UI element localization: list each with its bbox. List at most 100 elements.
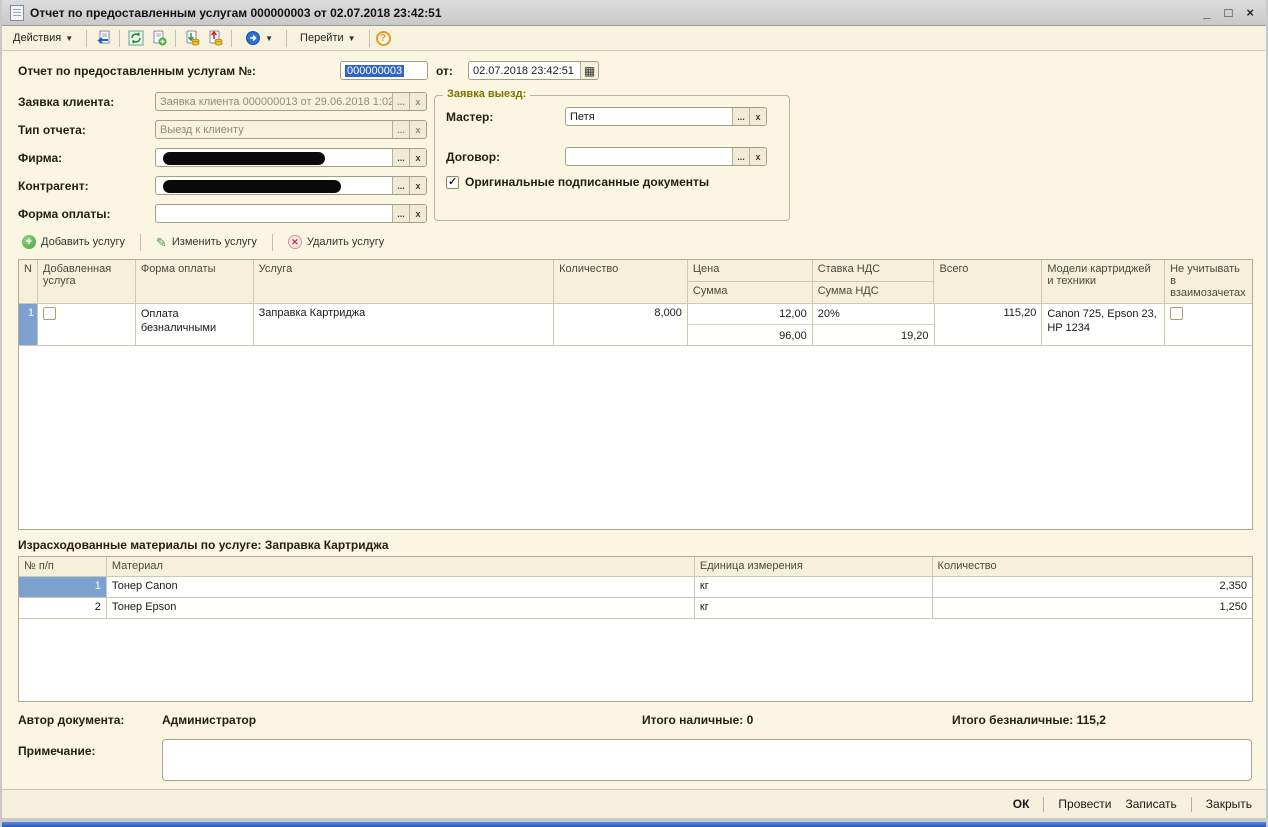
- clear-icon[interactable]: x: [409, 93, 426, 110]
- copy-icon[interactable]: [149, 28, 169, 48]
- post-icon[interactable]: [182, 28, 202, 48]
- services-table-header[interactable]: N Добавленная услуга Форма оплаты Услуга…: [19, 260, 1252, 304]
- ellipsis-button[interactable]: ...: [392, 149, 409, 166]
- maximize-button[interactable]: □: [1225, 6, 1233, 19]
- close-document-button[interactable]: Закрыть: [1206, 797, 1252, 811]
- help-icon[interactable]: ?: [376, 31, 391, 46]
- materials-title: Израсходованные материалы по услуге: Зап…: [18, 538, 389, 552]
- ellipsis-button[interactable]: ...: [732, 148, 749, 165]
- material-row[interactable]: 2 Тонер Epson кг 1,250: [19, 598, 1252, 619]
- taskbar-edge: [2, 822, 1266, 827]
- report-number-label: Отчет по предоставленным услугам №:: [18, 64, 256, 78]
- clear-icon[interactable]: x: [409, 177, 426, 194]
- window-title: Отчет по предоставленным услугам 0000000…: [30, 6, 1197, 20]
- col-qty[interactable]: Количество: [553, 260, 687, 303]
- contractor-input[interactable]: ... x: [155, 176, 427, 195]
- ellipsis-button[interactable]: ...: [392, 177, 409, 194]
- actions-menu-button[interactable]: Действия ▼: [6, 29, 80, 47]
- services-table[interactable]: N Добавленная услуга Форма оплаты Услуга…: [18, 259, 1253, 530]
- pencil-icon: ✎: [156, 236, 167, 249]
- ellipsis-button[interactable]: ...: [392, 93, 409, 110]
- col-added[interactable]: Добавленная услуга: [37, 260, 135, 303]
- original-docs-checkbox[interactable]: [446, 176, 459, 189]
- service-cell[interactable]: Заправка Картриджа: [253, 304, 554, 345]
- plus-icon: +: [22, 235, 36, 249]
- date-label: от:: [436, 64, 453, 78]
- col-vat[interactable]: Ставка НДС Сумма НДС: [812, 260, 934, 303]
- price-sum-cell[interactable]: 12,00 96,00: [687, 304, 812, 345]
- document-window: Отчет по предоставленным услугам 0000000…: [0, 0, 1268, 827]
- service-actions: + Добавить услугу ✎ Изменить услугу ✕ Уд…: [18, 233, 388, 251]
- material-row[interactable]: 1 Тонер Canon кг 2,350: [19, 577, 1252, 598]
- reread-icon[interactable]: [93, 28, 113, 48]
- ellipsis-button[interactable]: ...: [392, 121, 409, 138]
- col-unit[interactable]: Единица измерения: [694, 557, 932, 576]
- firm-label: Фирма:: [18, 151, 62, 165]
- master-input[interactable]: Петя ... x: [565, 107, 767, 126]
- original-docs-label: Оригинальные подписанные документы: [465, 175, 709, 189]
- contract-label: Договор:: [446, 150, 500, 164]
- payment-cell[interactable]: Оплата безналичными: [135, 304, 253, 345]
- clear-icon[interactable]: x: [409, 149, 426, 166]
- service-row[interactable]: 1 Оплата безналичными Заправка Картриджа…: [19, 304, 1252, 346]
- ok-button[interactable]: ОК: [1013, 797, 1030, 811]
- clear-icon[interactable]: x: [409, 121, 426, 138]
- ellipsis-button[interactable]: ...: [732, 108, 749, 125]
- col-no-offset[interactable]: Не учитывать в взаимозачетах: [1164, 260, 1252, 303]
- save-button[interactable]: Записать: [1126, 797, 1177, 811]
- date-input[interactable]: 02.07.2018 23:42:51 ▦: [468, 61, 599, 80]
- no-offset-checkbox[interactable]: [1170, 307, 1183, 320]
- ellipsis-button[interactable]: ...: [392, 205, 409, 222]
- delete-service-button[interactable]: ✕ Удалить услугу: [284, 233, 388, 251]
- materials-table[interactable]: № п/п Материал Единица измерения Количес…: [18, 556, 1253, 702]
- row-number-cell[interactable]: 1: [19, 304, 37, 345]
- payment-form-input[interactable]: ... x: [155, 204, 427, 223]
- firm-input[interactable]: ... x: [155, 148, 427, 167]
- col-n[interactable]: N: [19, 260, 37, 303]
- models-cell[interactable]: Canon 725, Epson 23, HP 1234: [1041, 304, 1164, 345]
- report-type-label: Тип отчета:: [18, 123, 86, 137]
- post-button[interactable]: Провести: [1058, 797, 1111, 811]
- add-service-button[interactable]: + Добавить услугу: [18, 233, 129, 251]
- author-value: Администратор: [162, 713, 256, 727]
- report-number-input[interactable]: 000000003: [340, 61, 428, 80]
- materials-table-header[interactable]: № п/п Материал Единица измерения Количес…: [19, 557, 1252, 577]
- title-bar[interactable]: Отчет по предоставленным услугам 0000000…: [2, 0, 1266, 26]
- contract-input[interactable]: ... x: [565, 147, 767, 166]
- col-material[interactable]: Материал: [106, 557, 694, 576]
- calendar-icon[interactable]: ▦: [580, 62, 598, 79]
- added-service-checkbox[interactable]: [43, 307, 56, 320]
- clear-icon[interactable]: x: [749, 108, 766, 125]
- col-service[interactable]: Услуга: [253, 260, 554, 303]
- refresh-icon[interactable]: [126, 28, 146, 48]
- clear-icon[interactable]: x: [409, 205, 426, 222]
- output-menu-button[interactable]: ▼: [238, 27, 280, 49]
- total-cash: Итого наличные: 0: [642, 713, 753, 727]
- qty-cell[interactable]: 8,000: [553, 304, 687, 345]
- visit-request-group-title: Заявка выезд:: [443, 88, 530, 100]
- col-models[interactable]: Модели картриджей и техники: [1041, 260, 1164, 303]
- toolbar: Действия ▼ ▼ Перейти ▼ ?: [2, 26, 1266, 51]
- contractor-label: Контрагент:: [18, 179, 89, 193]
- chevron-down-icon: ▼: [65, 34, 73, 43]
- report-type-input[interactable]: Выезд к клиенту ... x: [155, 120, 427, 139]
- clear-icon[interactable]: x: [749, 148, 766, 165]
- client-request-input[interactable]: Заявка клиента 000000013 от 29.06.2018 1…: [155, 92, 427, 111]
- note-input[interactable]: [162, 739, 1252, 781]
- go-menu-button[interactable]: Перейти ▼: [293, 29, 363, 47]
- col-price-sum[interactable]: Цена Сумма: [687, 260, 812, 303]
- edit-service-button[interactable]: ✎ Изменить услугу: [152, 234, 261, 251]
- vat-cell[interactable]: 20% 19,20: [812, 304, 934, 345]
- client-request-label: Заявка клиента:: [18, 95, 114, 109]
- minimize-button[interactable]: _: [1203, 6, 1210, 19]
- col-total[interactable]: Всего: [933, 260, 1041, 303]
- col-material-n[interactable]: № п/п: [19, 557, 106, 576]
- col-payment[interactable]: Форма оплаты: [135, 260, 253, 303]
- redacted-value: [163, 180, 341, 193]
- col-material-qty[interactable]: Количество: [932, 557, 1252, 576]
- unpost-icon[interactable]: [205, 28, 225, 48]
- chevron-down-icon: ▼: [348, 34, 356, 43]
- delete-x-icon: ✕: [288, 235, 302, 249]
- total-cell[interactable]: 115,20: [934, 304, 1042, 345]
- close-button[interactable]: ×: [1246, 6, 1254, 19]
